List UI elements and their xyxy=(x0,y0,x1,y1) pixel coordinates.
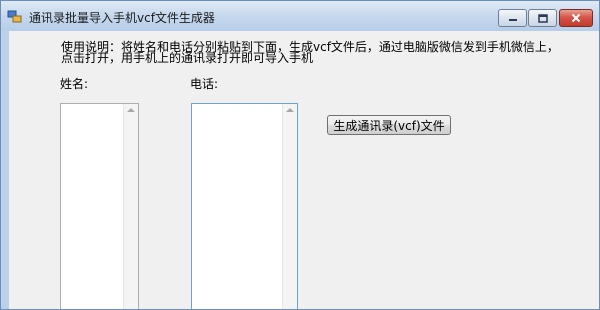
phone-label: 电话: xyxy=(190,77,219,91)
generate-vcf-button[interactable]: 生成通讯录(vcf)文件 xyxy=(327,115,451,135)
maximize-icon xyxy=(537,13,548,23)
phone-scrollbar[interactable] xyxy=(282,104,297,309)
close-button[interactable] xyxy=(559,9,593,27)
app-icon[interactable] xyxy=(7,9,23,23)
name-label: 姓名: xyxy=(60,77,89,91)
name-scrollbar[interactable] xyxy=(123,104,138,309)
name-textarea[interactable] xyxy=(60,103,139,309)
minimize-icon xyxy=(508,19,517,21)
scroll-up-arrow-icon[interactable] xyxy=(286,108,294,112)
app-window: 通讯录批量导入手机vcf文件生成器 使用说明：将姓名和电话分别粘贴到下面，生成v… xyxy=(0,0,600,310)
close-icon xyxy=(571,13,581,23)
client-area: 使用说明：将姓名和电话分别粘贴到下面，生成vcf文件后，通过电脑版微信发到手机微… xyxy=(9,31,599,309)
title-bar[interactable]: 通讯录批量导入手机vcf文件生成器 xyxy=(1,1,599,31)
window-title: 通讯录批量导入手机vcf文件生成器 xyxy=(29,11,215,25)
maximize-button[interactable] xyxy=(528,9,557,27)
instructions-line-2: 点击打开，用手机上的通讯录打开即可导入手机 xyxy=(61,51,314,65)
phone-textarea[interactable] xyxy=(191,103,298,309)
scroll-up-arrow-icon[interactable] xyxy=(127,108,135,112)
minimize-button[interactable] xyxy=(498,9,527,27)
